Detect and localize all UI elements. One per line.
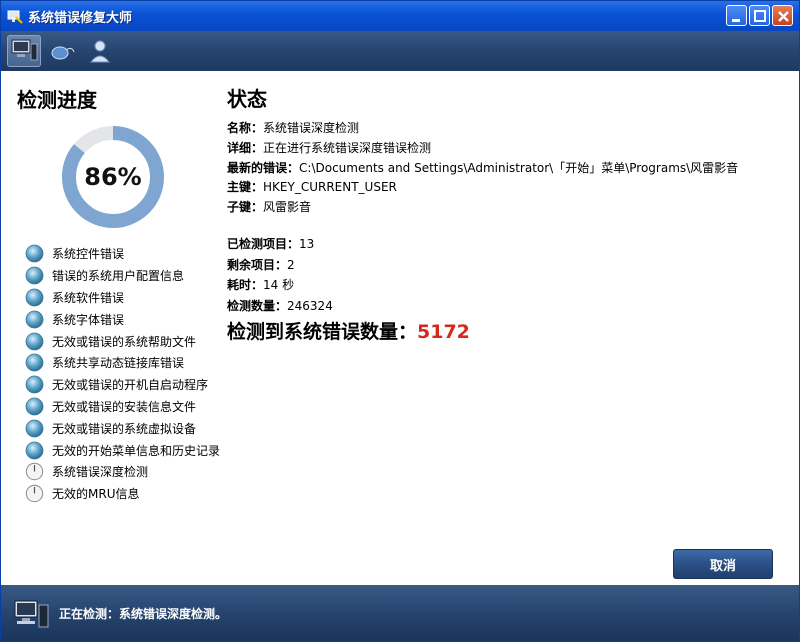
mouse-icon bbox=[51, 46, 75, 60]
toolbar bbox=[1, 31, 799, 71]
check-item: 无效或错误的系统虚拟设备 bbox=[25, 417, 221, 439]
status-mainkey-value: HKEY_CURRENT_USER bbox=[263, 180, 397, 194]
status-done-icon bbox=[25, 375, 44, 394]
app-logo-icon bbox=[7, 8, 23, 24]
check-item: 无效的MRU信息 bbox=[25, 483, 221, 505]
check-item-label: 无效或错误的系统虚拟设备 bbox=[52, 421, 197, 436]
status-done-icon bbox=[25, 441, 44, 459]
window-controls bbox=[726, 5, 793, 26]
status-done-icon bbox=[25, 288, 44, 307]
check-item: 系统控件错误 bbox=[25, 243, 221, 265]
status-done-icon bbox=[25, 397, 44, 416]
status-bar-text: 正在检测：系统错误深度检测。 bbox=[59, 606, 228, 621]
check-item-label: 无效或错误的安装信息文件 bbox=[52, 399, 197, 414]
status-count-value: 246324 bbox=[287, 299, 333, 313]
toolbar-user-button[interactable] bbox=[83, 35, 117, 67]
status-remaining-row: 剩余项目：2 bbox=[227, 256, 295, 273]
check-item-label: 系统软件错误 bbox=[52, 290, 125, 305]
status-done-icon bbox=[25, 353, 44, 372]
status-name-key: 名称： bbox=[227, 121, 264, 135]
check-item-label: 无效或错误的开机自启动程序 bbox=[52, 378, 209, 393]
status-elapsed-value: 14 秒 bbox=[263, 278, 295, 292]
status-done-icon bbox=[25, 310, 44, 329]
progress-section-title: 检测进度 bbox=[17, 88, 97, 112]
error-count-value: 5172 bbox=[417, 321, 470, 343]
status-done-icon bbox=[25, 244, 44, 263]
check-item-label: 错误的系统用户配置信息 bbox=[52, 269, 185, 284]
check-item: 无效或错误的安装信息文件 bbox=[25, 396, 221, 418]
status-subkey-value: 风雷影音 bbox=[263, 200, 312, 214]
window-title: 系统错误修复大师 bbox=[28, 10, 133, 26]
status-latest-value: C:\Documents and Settings\Administrator\… bbox=[299, 161, 739, 175]
check-item-label: 无效的MRU信息 bbox=[52, 487, 140, 502]
computer-icon bbox=[11, 39, 38, 61]
close-button[interactable] bbox=[772, 5, 793, 26]
toolbar-mouse-button[interactable] bbox=[45, 35, 79, 67]
status-mainkey-row: 主键：HKEY_CURRENT_USER bbox=[227, 178, 397, 195]
minimize-icon bbox=[732, 19, 740, 22]
status-bar: 正在检测：系统错误深度检测。 bbox=[1, 585, 799, 641]
status-name-value: 系统错误深度检测 bbox=[263, 121, 360, 135]
minimize-button[interactable] bbox=[726, 5, 747, 26]
check-item-label: 系统字体错误 bbox=[52, 312, 125, 327]
check-item: 系统共享动态链接库错误 bbox=[25, 352, 221, 374]
check-item: 系统错误深度检测 bbox=[25, 461, 221, 483]
check-item: 系统软件错误 bbox=[25, 287, 221, 309]
check-item-label: 无效的开始菜单信息和历史记录 bbox=[52, 443, 221, 458]
status-elapsed-key: 耗时： bbox=[227, 278, 264, 292]
check-item-label: 无效或错误的系统帮助文件 bbox=[52, 334, 197, 349]
check-item-label: 系统错误深度检测 bbox=[52, 465, 149, 480]
status-detail-key: 详细： bbox=[227, 141, 264, 155]
status-elapsed-row: 耗时：14 秒 bbox=[227, 276, 294, 293]
computer-scan-icon bbox=[14, 600, 49, 628]
check-item: 错误的系统用户配置信息 bbox=[25, 265, 221, 287]
error-count-line: 检测到系统错误数量：5172 bbox=[227, 317, 470, 344]
status-checked-key: 已检测项目： bbox=[227, 237, 300, 251]
status-subkey-key: 子键： bbox=[227, 200, 264, 214]
status-mainkey-key: 主键： bbox=[227, 180, 264, 194]
status-count-key: 检测数量： bbox=[227, 299, 288, 313]
title-bar[interactable]: 系统错误修复大师 bbox=[1, 1, 799, 31]
check-item-label: 系统控件错误 bbox=[52, 247, 125, 262]
close-icon bbox=[778, 11, 789, 22]
check-item: 无效的开始菜单信息和历史记录 bbox=[25, 439, 221, 461]
status-remaining-value: 2 bbox=[287, 258, 295, 272]
check-item: 无效或错误的开机自启动程序 bbox=[25, 374, 221, 396]
error-count-label: 检测到系统错误数量： bbox=[227, 321, 418, 343]
check-item-label: 系统共享动态链接库错误 bbox=[52, 356, 185, 371]
status-title: 状态 bbox=[227, 87, 267, 111]
status-count-row: 检测数量：246324 bbox=[227, 297, 333, 314]
status-subkey-row: 子键：风雷影音 bbox=[227, 198, 311, 215]
check-item: 系统字体错误 bbox=[25, 308, 221, 330]
check-item-list: 系统控件错误错误的系统用户配置信息 系统软件错误 系统字体错误无效或错误的系统帮助文… bbox=[25, 243, 221, 505]
status-latest-key: 最新的错误： bbox=[227, 161, 300, 175]
status-remaining-key: 剩余项目： bbox=[227, 258, 288, 272]
maximize-button[interactable] bbox=[749, 5, 770, 26]
status-done-icon bbox=[25, 419, 44, 438]
status-pending-icon bbox=[25, 463, 44, 481]
toolbar-computer-button[interactable] bbox=[7, 35, 41, 67]
status-checked-row: 已检测项目：13 bbox=[227, 235, 314, 252]
cancel-button[interactable]: 取消 bbox=[673, 549, 773, 579]
status-pending-icon bbox=[25, 484, 44, 503]
status-name-row: 名称：系统错误深度检测 bbox=[227, 119, 359, 136]
status-done-icon bbox=[25, 332, 44, 350]
maximize-icon bbox=[754, 10, 766, 22]
progress-percent: 86% bbox=[84, 163, 142, 191]
user-icon bbox=[89, 40, 111, 63]
status-done-icon bbox=[25, 266, 44, 285]
check-item: 无效或错误的系统帮助文件 bbox=[25, 330, 221, 352]
status-checked-value: 13 bbox=[299, 237, 315, 251]
status-detail-value: 正在进行系统错误深度错误检测 bbox=[263, 141, 432, 155]
status-detail-row: 详细：正在进行系统错误深度错误检测 bbox=[227, 139, 431, 156]
main-window: 系统错误修复大师 检测进度 86% 系统控件错误 错误的系统用户配置信息 系统软… bbox=[0, 0, 800, 642]
status-latest-error-row: 最新的错误：C:\Documents and Settings\Administ… bbox=[227, 159, 738, 176]
